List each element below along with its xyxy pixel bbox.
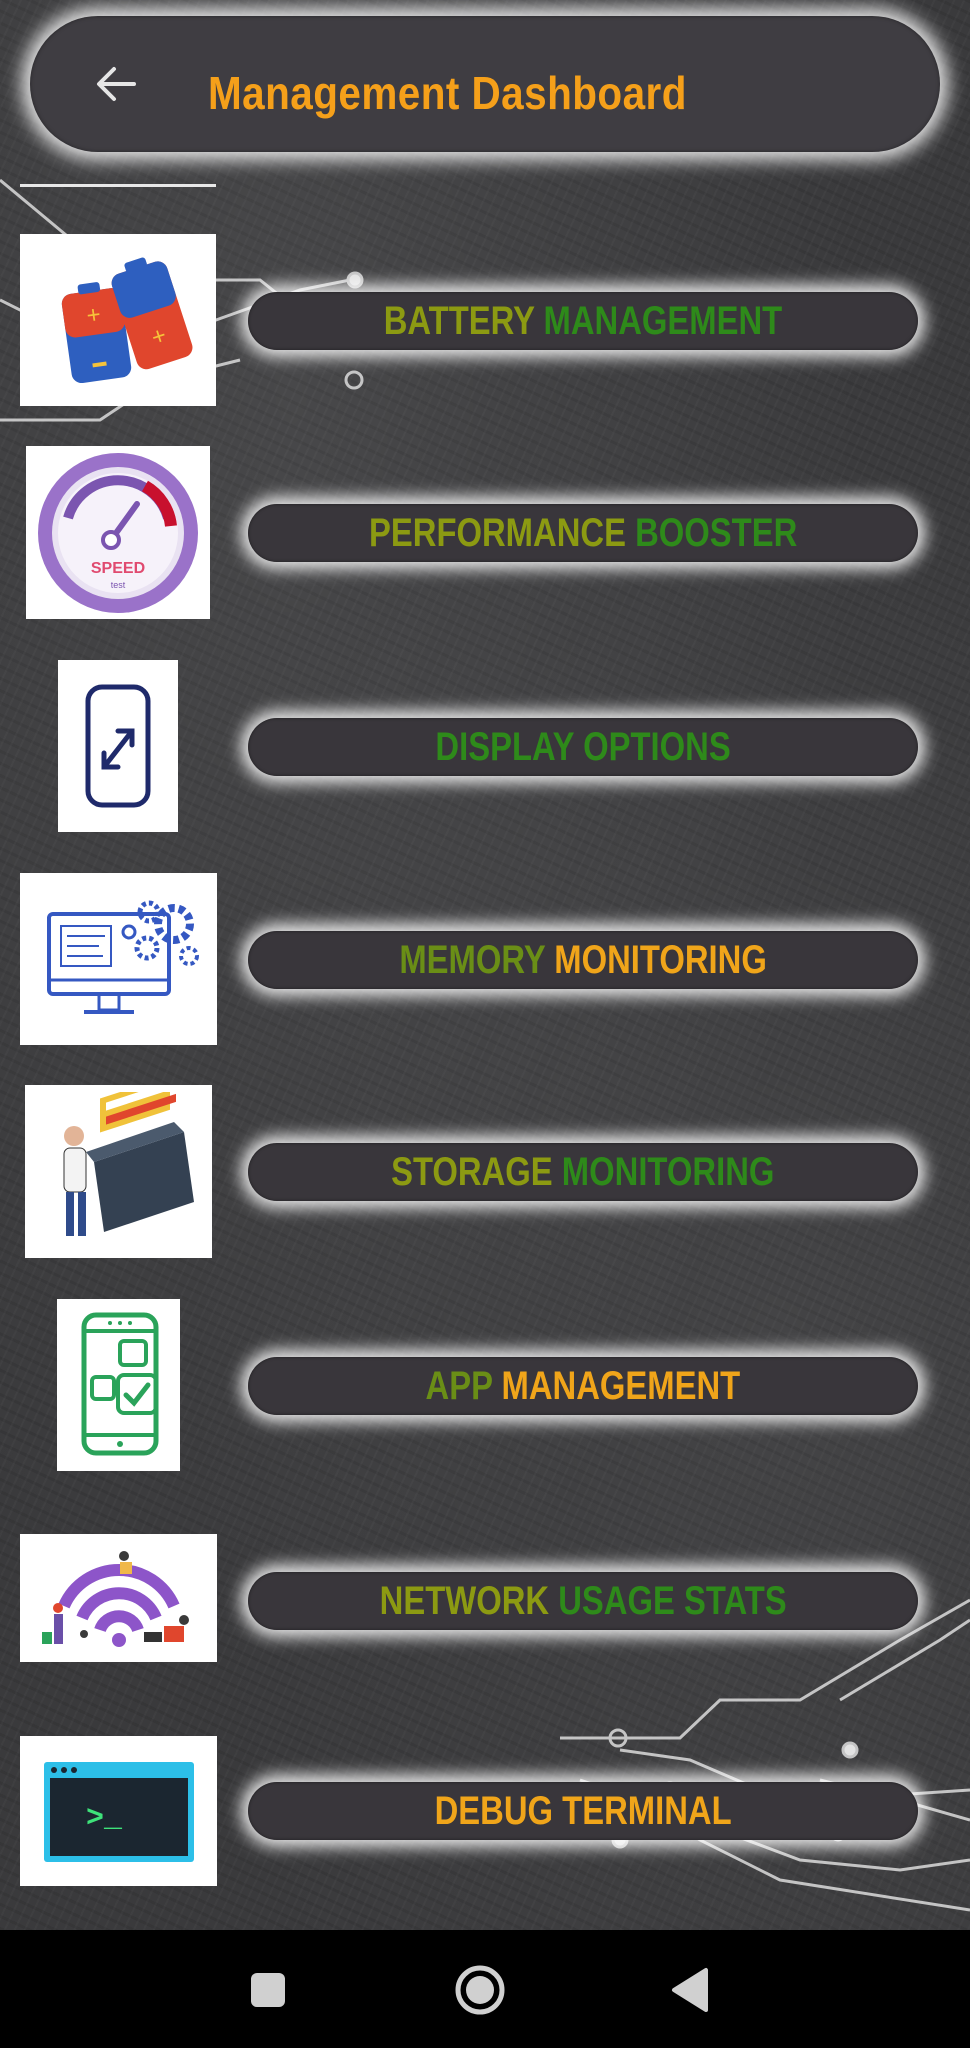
storage-monitoring-label: STORAGE MONITORING xyxy=(391,1150,775,1194)
divider xyxy=(20,184,216,187)
performance-booster-button[interactable]: PERFORMANCE BOOSTER xyxy=(248,504,918,562)
nav-back-button[interactable] xyxy=(660,1960,720,2020)
wifi-people-icon xyxy=(20,1534,217,1662)
network-usage-stats-label: NETWORK USAGE STATS xyxy=(379,1579,787,1623)
app-management-button[interactable]: APP MANAGEMENT xyxy=(248,1357,918,1415)
page-title: Management Dashboard xyxy=(208,67,687,119)
network-usage-stats-button[interactable]: NETWORK USAGE STATS xyxy=(248,1572,918,1630)
display-options-label: DISPLAY OPTIONS xyxy=(435,725,731,769)
battery-icon: + + xyxy=(20,234,216,406)
recents-button[interactable] xyxy=(238,1960,298,2020)
phone-resize-icon xyxy=(58,660,178,832)
debug-terminal-label: DEBUG TERMINAL xyxy=(434,1789,732,1833)
display-options-button[interactable]: DISPLAY OPTIONS xyxy=(248,718,918,776)
square-icon xyxy=(251,1973,285,2007)
terminal-icon: >_ xyxy=(20,1736,217,1886)
performance-booster-label: PERFORMANCE BOOSTER xyxy=(368,511,798,555)
battery-management-label: BATTERY MANAGEMENT xyxy=(383,299,783,343)
system-nav-bar xyxy=(0,1930,970,2048)
speedometer-icon: SPEED test xyxy=(26,446,210,619)
svg-text:test: test xyxy=(111,580,126,590)
app-management-label: APP MANAGEMENT xyxy=(425,1364,741,1408)
circle-home-icon xyxy=(455,1965,505,2015)
home-button[interactable] xyxy=(450,1960,510,2020)
memory-monitoring-label: MEMORY MONITORING xyxy=(399,938,767,982)
computer-gears-icon xyxy=(20,873,217,1045)
back-button[interactable] xyxy=(92,62,140,106)
storage-monitoring-button[interactable]: STORAGE MONITORING xyxy=(248,1143,918,1201)
svg-text:>_: >_ xyxy=(86,1802,123,1836)
debug-terminal-button[interactable]: DEBUG TERMINAL xyxy=(248,1782,918,1840)
battery-management-button[interactable]: BATTERY MANAGEMENT xyxy=(248,292,918,350)
memory-monitoring-button[interactable]: MEMORY MONITORING xyxy=(248,931,918,989)
phone-apps-icon xyxy=(57,1299,180,1471)
triangle-back-icon xyxy=(672,1968,708,2012)
svg-text:SPEED: SPEED xyxy=(91,560,145,577)
app-header: Management Dashboard xyxy=(30,16,940,152)
arrow-left-icon xyxy=(97,67,136,101)
file-cabinet-icon xyxy=(25,1085,212,1258)
